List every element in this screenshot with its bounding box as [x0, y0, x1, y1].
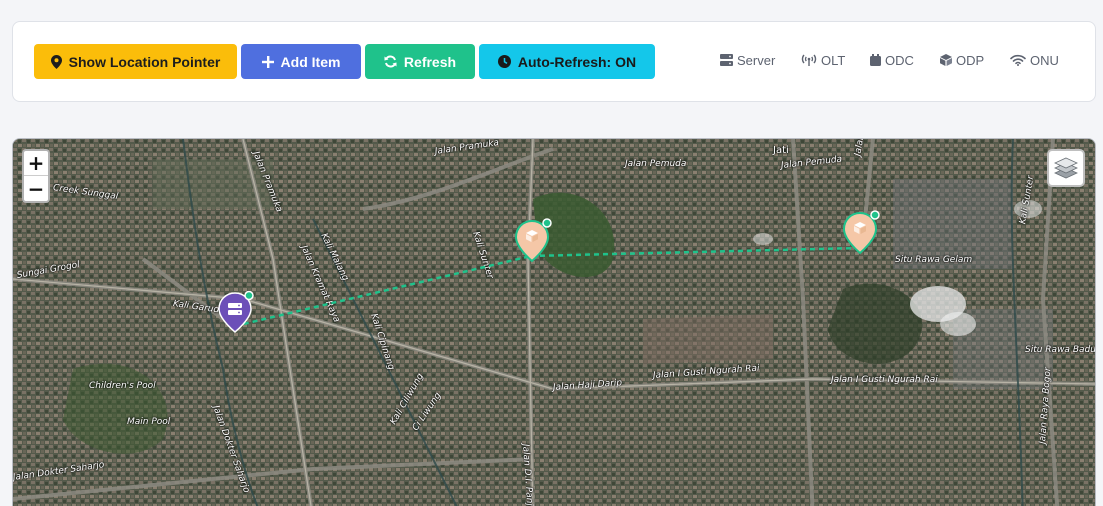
auto-refresh-toggle[interactable]: Auto-Refresh: ON	[479, 44, 655, 79]
legend-onu: ONU	[1010, 52, 1059, 68]
plus-icon	[261, 55, 274, 68]
legend-odp-label: ODP	[956, 52, 985, 68]
odp-marker[interactable]	[842, 209, 881, 260]
auto-refresh-label: Auto-Refresh: ON	[517, 53, 637, 70]
toolbar-card: Show Location Pointer Add Item Refresh A…	[12, 21, 1096, 102]
network-link-odp1-odp2[interactable]	[530, 246, 860, 258]
odp-marker-pin	[842, 210, 880, 255]
refresh-button[interactable]: Refresh	[365, 44, 475, 79]
refresh-label: Refresh	[403, 53, 457, 70]
cube-icon	[940, 54, 952, 66]
legend-server-label: Server	[737, 52, 776, 68]
zoom-in-button[interactable]: +	[24, 151, 48, 176]
legend-server: Server	[720, 52, 775, 68]
add-item-label: Add Item	[280, 53, 341, 70]
odp-marker[interactable]	[514, 217, 553, 268]
show-location-pointer-button[interactable]: Show Location Pointer	[34, 44, 237, 79]
legend-onu-label: ONU	[1030, 52, 1059, 68]
legend-odp: ODP	[940, 52, 984, 68]
show-location-pointer-label: Show Location Pointer	[68, 53, 221, 70]
layers-icon	[1054, 157, 1078, 179]
server-marker-pin	[218, 290, 254, 333]
legend-odc-label: ODC	[885, 52, 914, 68]
online-status-dot	[244, 290, 254, 301]
online-status-dot	[870, 210, 880, 220]
cabinet-icon	[870, 54, 881, 66]
clock-icon	[497, 55, 511, 68]
zoom-out-button[interactable]: −	[24, 176, 48, 201]
sync-icon	[384, 55, 397, 68]
legend-odc: ODC	[870, 52, 914, 68]
online-status-dot	[542, 218, 552, 228]
add-item-button[interactable]: Add Item	[241, 44, 361, 79]
zoom-control: + −	[22, 149, 50, 203]
network-link-server-odp1[interactable]	[234, 254, 532, 328]
server-marker[interactable]	[218, 290, 254, 338]
server-icon	[720, 54, 733, 66]
layers-control-button[interactable]	[1047, 149, 1085, 187]
map-pin-icon	[50, 54, 62, 69]
antenna-icon	[801, 54, 817, 66]
odp-marker-pin	[514, 218, 552, 263]
wifi-icon	[1010, 54, 1026, 66]
network-links-layer	[234, 246, 860, 328]
legend-olt: OLT	[801, 52, 845, 68]
legend-olt-label: OLT	[821, 52, 846, 68]
map-view[interactable]: Jalan Pramuka Jalan Pemuda Jati Jalan Pe…	[12, 138, 1096, 506]
